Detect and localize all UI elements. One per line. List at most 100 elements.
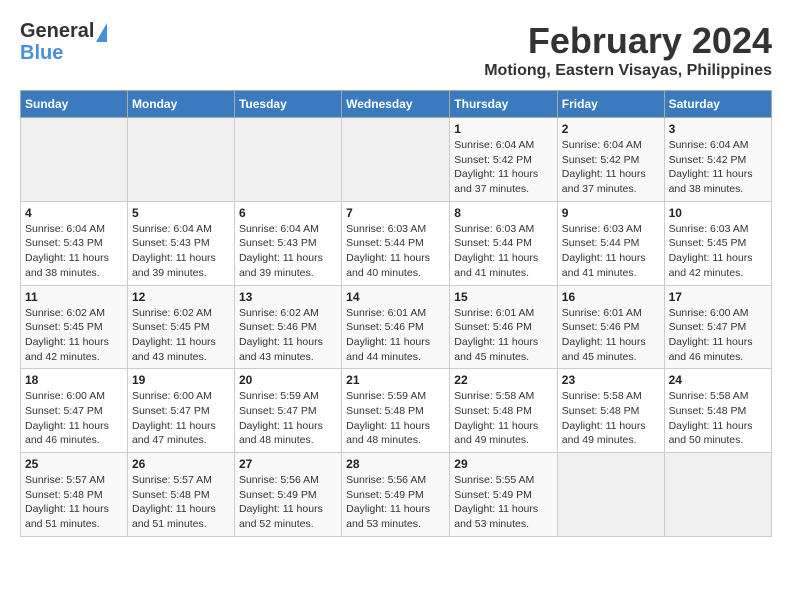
calendar-cell: 18 Sunrise: 6:00 AMSunset: 5:47 PMDayligh… xyxy=(21,369,128,453)
calendar-cell xyxy=(664,453,771,537)
day-number: 8 xyxy=(454,206,553,220)
day-number: 3 xyxy=(669,122,767,136)
column-header-wednesday: Wednesday xyxy=(342,91,450,118)
day-number: 13 xyxy=(239,290,337,304)
day-number: 6 xyxy=(239,206,337,220)
calendar-week-row: 1 Sunrise: 6:04 AMSunset: 5:42 PMDaylight… xyxy=(21,118,772,202)
calendar-cell: 10 Sunrise: 6:03 AMSunset: 5:45 PMDayligh… xyxy=(664,201,771,285)
day-number: 1 xyxy=(454,122,553,136)
calendar-week-row: 18 Sunrise: 6:00 AMSunset: 5:47 PMDayligh… xyxy=(21,369,772,453)
day-number: 27 xyxy=(239,457,337,471)
day-number: 5 xyxy=(132,206,230,220)
day-number: 28 xyxy=(346,457,445,471)
day-info: Sunrise: 6:03 AMSunset: 5:44 PMDaylight:… xyxy=(346,222,445,281)
day-number: 21 xyxy=(346,373,445,387)
day-info: Sunrise: 6:01 AMSunset: 5:46 PMDaylight:… xyxy=(562,306,660,365)
day-number: 18 xyxy=(25,373,123,387)
calendar-table: SundayMondayTuesdayWednesdayThursdayFrid… xyxy=(20,90,772,537)
calendar-cell: 27 Sunrise: 5:56 AMSunset: 5:49 PMDayligh… xyxy=(234,453,341,537)
calendar-cell xyxy=(21,118,128,202)
calendar-cell: 22Sunrise: 5:58 AMSunset: 5:48 PMDayligh… xyxy=(450,369,558,453)
day-info: Sunrise: 6:04 AMSunset: 5:43 PMDaylight:… xyxy=(239,222,337,281)
calendar-cell: 25 Sunrise: 5:57 AMSunset: 5:48 PMDayligh… xyxy=(21,453,128,537)
day-info: Sunrise: 6:04 AMSunset: 5:42 PMDaylight:… xyxy=(454,138,553,197)
calendar-cell: 28 Sunrise: 5:56 AMSunset: 5:49 PMDayligh… xyxy=(342,453,450,537)
day-number: 29 xyxy=(454,457,553,471)
calendar-cell: 11Sunrise: 6:02 AMSunset: 5:45 PMDayligh… xyxy=(21,285,128,369)
day-info: Sunrise: 6:04 AMSunset: 5:43 PMDaylight:… xyxy=(132,222,230,281)
logo-general-text: General xyxy=(20,20,94,42)
day-info: Sunrise: 5:59 AMSunset: 5:48 PMDaylight:… xyxy=(346,389,445,448)
column-header-tuesday: Tuesday xyxy=(234,91,341,118)
day-info: Sunrise: 5:57 AMSunset: 5:48 PMDaylight:… xyxy=(25,473,123,532)
calendar-cell: 2 Sunrise: 6:04 AMSunset: 5:42 PMDaylight… xyxy=(557,118,664,202)
calendar-header-row: SundayMondayTuesdayWednesdayThursdayFrid… xyxy=(21,91,772,118)
day-info: Sunrise: 6:00 AMSunset: 5:47 PMDaylight:… xyxy=(25,389,123,448)
day-info: Sunrise: 5:58 AMSunset: 5:48 PMDaylight:… xyxy=(669,389,767,448)
calendar-cell: 13 Sunrise: 6:02 AMSunset: 5:46 PMDayligh… xyxy=(234,285,341,369)
day-info: Sunrise: 6:03 AMSunset: 5:45 PMDaylight:… xyxy=(669,222,767,281)
day-number: 20 xyxy=(239,373,337,387)
day-info: Sunrise: 5:56 AMSunset: 5:49 PMDaylight:… xyxy=(346,473,445,532)
day-number: 17 xyxy=(669,290,767,304)
logo: General Blue xyxy=(20,20,107,65)
logo-arrow-icon xyxy=(96,23,107,42)
day-info: Sunrise: 5:57 AMSunset: 5:48 PMDaylight:… xyxy=(132,473,230,532)
day-info: Sunrise: 6:03 AMSunset: 5:44 PMDaylight:… xyxy=(562,222,660,281)
day-info: Sunrise: 5:55 AMSunset: 5:49 PMDaylight:… xyxy=(454,473,553,532)
calendar-title: February 2024 xyxy=(484,20,772,62)
logo-blue-text: Blue xyxy=(20,42,63,64)
day-number: 24 xyxy=(669,373,767,387)
calendar-subtitle: Motiong, Eastern Visayas, Philippines xyxy=(484,62,772,80)
day-info: Sunrise: 6:04 AMSunset: 5:42 PMDaylight:… xyxy=(669,138,767,197)
column-header-thursday: Thursday xyxy=(450,91,558,118)
day-number: 12 xyxy=(132,290,230,304)
day-info: Sunrise: 6:04 AMSunset: 5:42 PMDaylight:… xyxy=(562,138,660,197)
day-info: Sunrise: 6:01 AMSunset: 5:46 PMDaylight:… xyxy=(346,306,445,365)
day-info: Sunrise: 6:02 AMSunset: 5:45 PMDaylight:… xyxy=(132,306,230,365)
day-number: 16 xyxy=(562,290,660,304)
calendar-week-row: 11 Sunrise: 6:02 AMSunset: 5:45 PMDayligh… xyxy=(21,285,772,369)
calendar-cell: 5 Sunrise: 6:04 AMSunset: 5:43 PMDaylight… xyxy=(127,201,234,285)
day-number: 10 xyxy=(669,206,767,220)
calendar-cell xyxy=(234,118,341,202)
calendar-cell: 8 Sunrise: 6:03 AMSunset: 5:44 PMDaylight… xyxy=(450,201,558,285)
column-header-saturday: Saturday xyxy=(664,91,771,118)
calendar-cell: 1 Sunrise: 6:04 AMSunset: 5:42 PMDaylight… xyxy=(450,118,558,202)
day-number: 9 xyxy=(562,206,660,220)
day-info: Sunrise: 6:00 AMSunset: 5:47 PMDaylight:… xyxy=(132,389,230,448)
calendar-cell: 12 Sunrise: 6:02 AMSunset: 5:45 PMDayligh… xyxy=(127,285,234,369)
day-number: 19 xyxy=(132,373,230,387)
column-header-friday: Friday xyxy=(557,91,664,118)
day-info: Sunrise: 5:58 AMSunset: 5:48 PMDaylight:… xyxy=(454,389,553,448)
day-number: 26 xyxy=(132,457,230,471)
day-info: Sunrise: 6:04 AMSunset: 5:43 PMDaylight:… xyxy=(25,222,123,281)
day-number: 4 xyxy=(25,206,123,220)
calendar-cell: 7 Sunrise: 6:03 AMSunset: 5:44 PMDaylight… xyxy=(342,201,450,285)
column-header-sunday: Sunday xyxy=(21,91,128,118)
calendar-cell: 26 Sunrise: 5:57 AMSunset: 5:48 PMDayligh… xyxy=(127,453,234,537)
calendar-cell: 23Sunrise: 5:58 AMSunset: 5:48 PMDayligh… xyxy=(557,369,664,453)
day-info: Sunrise: 6:03 AMSunset: 5:44 PMDaylight:… xyxy=(454,222,553,281)
day-number: 14 xyxy=(346,290,445,304)
calendar-cell: 3 Sunrise: 6:04 AMSunset: 5:42 PMDaylight… xyxy=(664,118,771,202)
day-info: Sunrise: 6:00 AMSunset: 5:47 PMDaylight:… xyxy=(669,306,767,365)
calendar-cell: 9 Sunrise: 6:03 AMSunset: 5:44 PMDaylight… xyxy=(557,201,664,285)
day-info: Sunrise: 5:59 AMSunset: 5:47 PMDaylight:… xyxy=(239,389,337,448)
calendar-cell: 24 Sunrise: 5:58 AMSunset: 5:48 PMDayligh… xyxy=(664,369,771,453)
calendar-cell: 20 Sunrise: 5:59 AMSunset: 5:47 PMDayligh… xyxy=(234,369,341,453)
day-number: 2 xyxy=(562,122,660,136)
day-info: Sunrise: 5:56 AMSunset: 5:49 PMDaylight:… xyxy=(239,473,337,532)
day-number: 25 xyxy=(25,457,123,471)
day-info: Sunrise: 6:02 AMSunset: 5:46 PMDaylight:… xyxy=(239,306,337,365)
calendar-cell: 29 Sunrise: 5:55 AMSunset: 5:49 PMDayligh… xyxy=(450,453,558,537)
day-number: 11 xyxy=(25,290,123,304)
calendar-cell: 16 Sunrise: 6:01 AMSunset: 5:46 PMDayligh… xyxy=(557,285,664,369)
day-number: 7 xyxy=(346,206,445,220)
calendar-week-row: 4 Sunrise: 6:04 AMSunset: 5:43 PMDaylight… xyxy=(21,201,772,285)
calendar-cell: 15Sunrise: 6:01 AMSunset: 5:46 PMDayligh… xyxy=(450,285,558,369)
calendar-week-row: 25 Sunrise: 5:57 AMSunset: 5:48 PMDayligh… xyxy=(21,453,772,537)
title-block: February 2024 Motiong, Eastern Visayas, … xyxy=(484,20,772,80)
page-header: General Blue February 2024 Motiong, East… xyxy=(20,20,772,80)
calendar-cell: 6 Sunrise: 6:04 AMSunset: 5:43 PMDaylight… xyxy=(234,201,341,285)
